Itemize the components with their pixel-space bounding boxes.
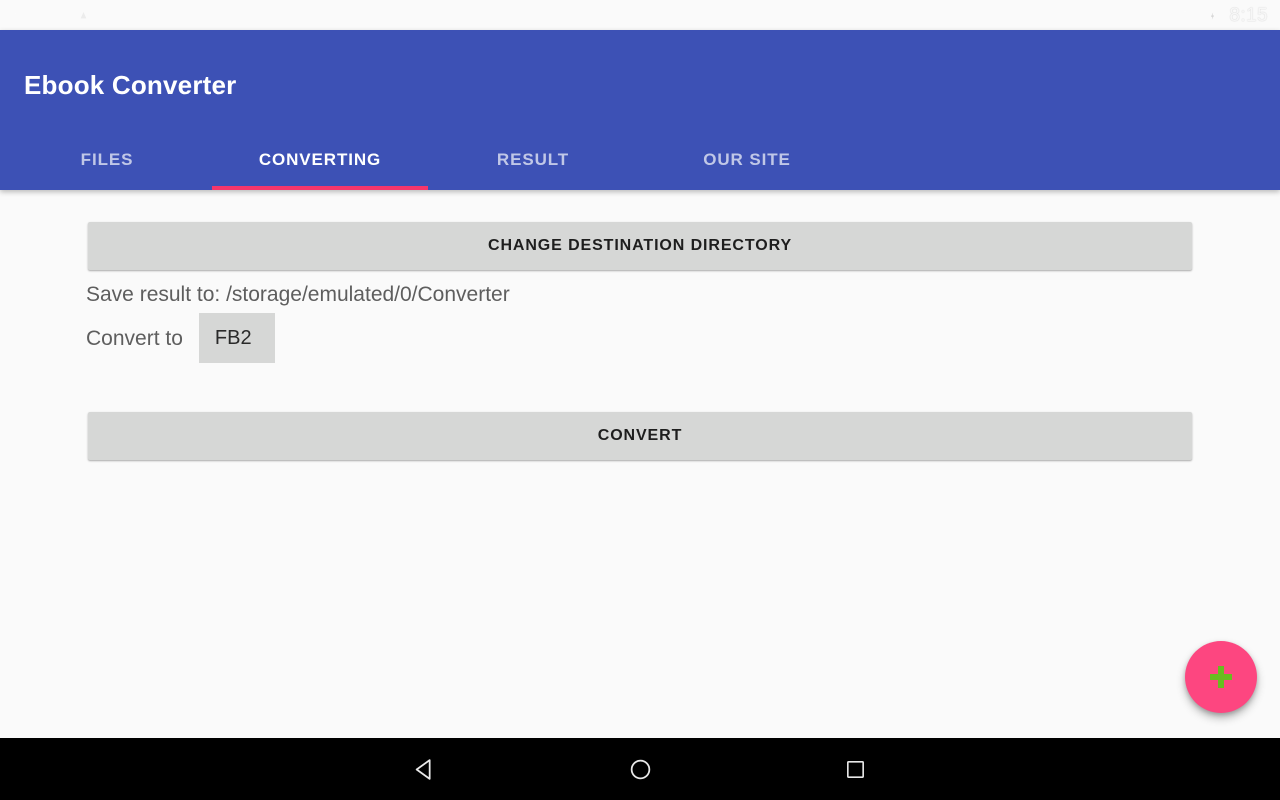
- converting-tab-content: CHANGE DESTINATION DIRECTORY Save result…: [0, 190, 1280, 738]
- back-triangle-icon: [415, 758, 431, 780]
- tab-result-label: RESULT: [496, 150, 570, 169]
- android-navigation-bar: [0, 738, 1280, 800]
- tab-bar: FILES CONVERTING RESULT OUR SITE: [0, 131, 1280, 190]
- status-bar: LTE 8:15: [0, 0, 1280, 30]
- page-title: Ebook Converter: [24, 70, 237, 100]
- tab-our-site[interactable]: OUR SITE: [652, 131, 842, 190]
- format-spinner-value: FB2: [214, 326, 252, 349]
- format-spinner[interactable]: FB2: [198, 313, 275, 363]
- app-bar: Ebook Converter FILES CONVERTING RESULT …: [0, 30, 1280, 190]
- tab-files-label: FILES: [80, 150, 134, 169]
- lte-signal-icon: LTE: [1177, 8, 1193, 23]
- recents-square-icon: [846, 760, 864, 778]
- nav-back-button[interactable]: [380, 738, 470, 800]
- nfc-n-icon: [46, 9, 58, 21]
- status-bar-system-icons: LTE 8:15: [1174, 6, 1268, 25]
- tab-result[interactable]: RESULT: [440, 131, 626, 190]
- nav-home-button[interactable]: [595, 738, 685, 800]
- plus-icon: [1210, 666, 1232, 688]
- nav-recents-button[interactable]: [810, 738, 900, 800]
- status-bar-clock: 8:15: [1229, 4, 1268, 26]
- tab-files[interactable]: FILES: [14, 131, 200, 190]
- home-circle-icon: [630, 759, 650, 779]
- tab-converting[interactable]: CONVERTING: [212, 131, 428, 190]
- download-icon: [14, 8, 27, 21]
- android-screen: LTE 8:15 Ebook Converter FILES CONVERTIN…: [0, 0, 1280, 800]
- status-bar-notification-icons: [12, 7, 92, 24]
- save-path-text: Save result to: /storage/emulated/0/Conv…: [86, 283, 510, 306]
- change-destination-directory-button[interactable]: CHANGE DESTINATION DIRECTORY: [88, 222, 1192, 270]
- add-file-fab[interactable]: [1185, 641, 1257, 713]
- app-badge-icon: [77, 8, 90, 22]
- svg-text:LTE: LTE: [1177, 8, 1187, 14]
- active-tab-indicator: [212, 186, 428, 190]
- tab-our-site-label: OUR SITE: [703, 150, 791, 169]
- convert-to-label: Convert to: [86, 326, 183, 350]
- convert-format-row: Convert to FB2: [86, 312, 275, 364]
- tab-converting-label: CONVERTING: [258, 150, 382, 169]
- convert-button[interactable]: CONVERT: [88, 412, 1192, 460]
- battery-icon: [1208, 8, 1218, 22]
